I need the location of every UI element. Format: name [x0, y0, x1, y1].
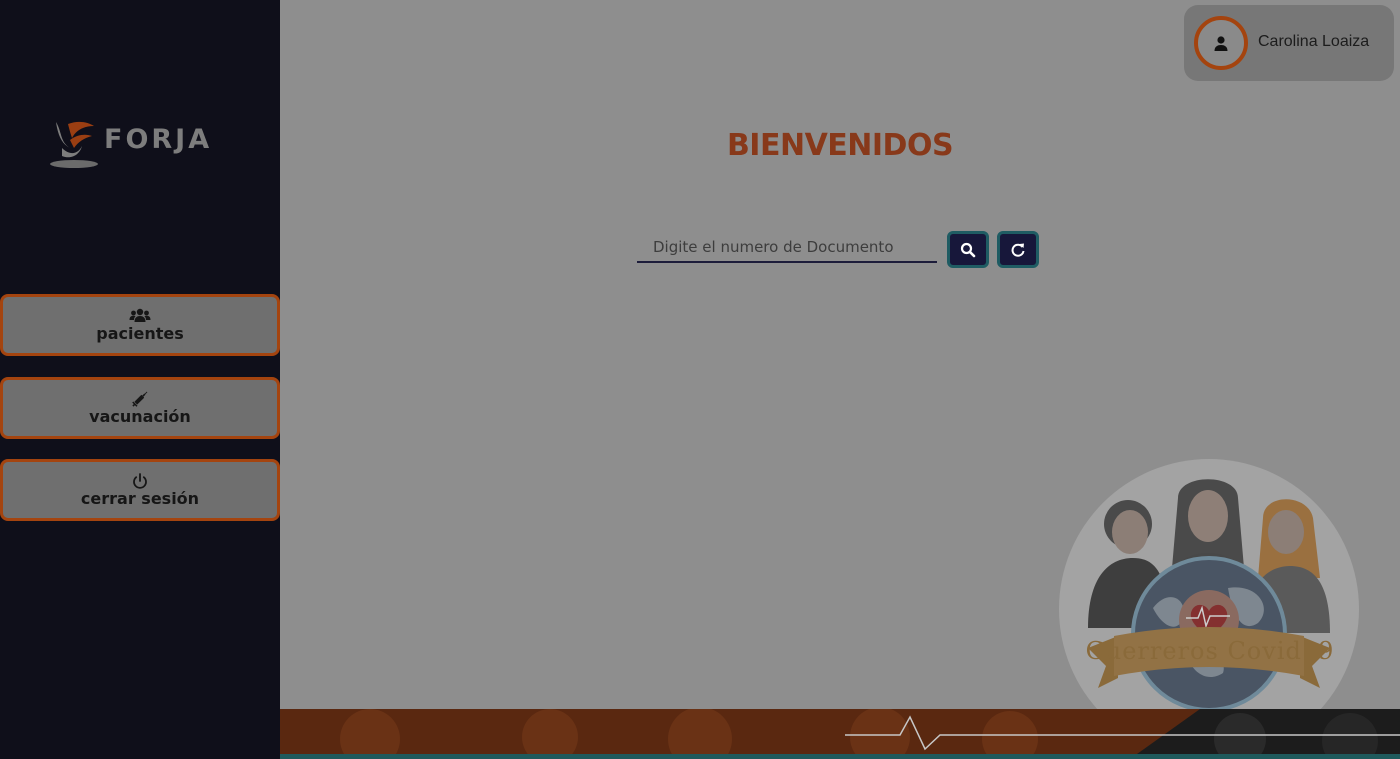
user-name: Carolina Loaiza: [1258, 33, 1370, 50]
sidebar-item-pacientes[interactable]: pacientes: [0, 294, 280, 356]
sidebar: FORJA pacientes vacunación cerrar sesión: [0, 0, 280, 759]
search-icon: [960, 242, 976, 257]
footer-stripe: [280, 754, 1400, 759]
guerreros-covid-illustration: [1058, 458, 1360, 710]
power-icon: [132, 472, 148, 490]
illustration-banner-text: Guerreros Covid19: [1085, 637, 1335, 665]
document-search-input[interactable]: [637, 232, 937, 263]
forja-logo: FORJA: [48, 118, 238, 172]
users-icon: [129, 307, 151, 325]
page-title: BIENVENIDOS: [726, 128, 954, 163]
sidebar-item-label: pacientes: [96, 324, 184, 343]
refresh-icon: [1011, 243, 1025, 257]
sidebar-item-vacunacion[interactable]: vacunación: [0, 377, 280, 439]
user-badge[interactable]: Carolina Loaiza: [1184, 5, 1394, 81]
user-icon: [1214, 35, 1228, 51]
syringe-icon: [131, 390, 149, 408]
sidebar-item-label: cerrar sesión: [80, 489, 200, 508]
search-button[interactable]: [947, 231, 989, 268]
brand-name: FORJA: [104, 124, 213, 155]
footer-banner: [280, 709, 1400, 759]
sidebar-item-label: vacunación: [89, 407, 191, 426]
forja-flame-icon: [50, 121, 98, 168]
refresh-button[interactable]: [997, 231, 1039, 268]
avatar[interactable]: [1194, 16, 1248, 70]
sidebar-item-cerrar-sesion[interactable]: cerrar sesión: [0, 459, 280, 521]
